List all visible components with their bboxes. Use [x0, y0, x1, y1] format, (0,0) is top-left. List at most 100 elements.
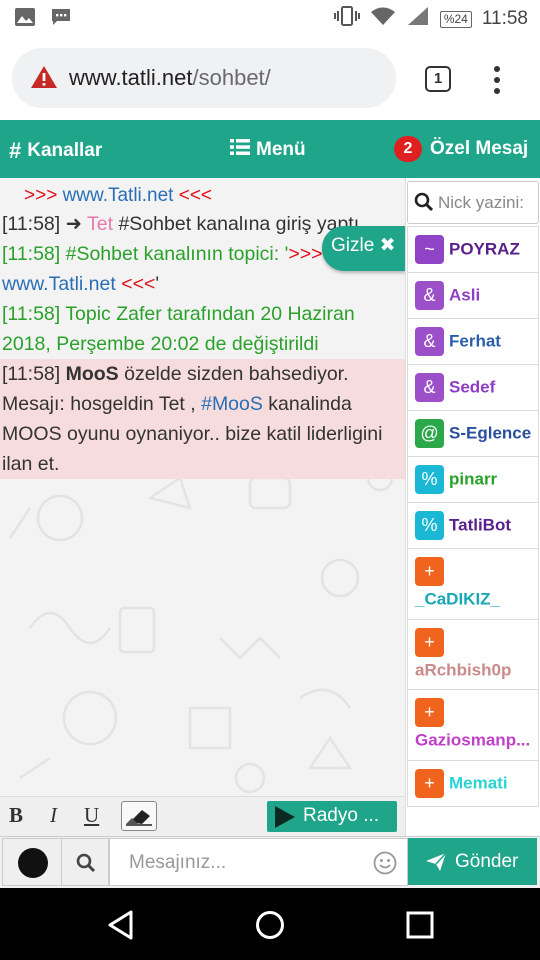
- join-nick[interactable]: Tet: [87, 213, 113, 235]
- message-placeholder: Mesajınız...: [129, 852, 227, 873]
- nick-list-item[interactable]: + _CaDIKIZ_: [407, 549, 539, 620]
- chat-line-mention: [11:58] MooS özelde sizden bahsediyor. M…: [0, 359, 405, 479]
- arrow-right-icon: ➜: [65, 213, 82, 235]
- nick-list-item[interactable]: & Sedef: [407, 365, 539, 411]
- search-button[interactable]: [61, 838, 109, 886]
- color-swatch-icon: [18, 848, 48, 878]
- url-host: www.tatli.net: [69, 65, 193, 90]
- radio-label: Radyo ...: [303, 805, 380, 826]
- radio-button[interactable]: Radyo ...: [267, 801, 397, 832]
- nick-list-item[interactable]: @ S-Eglence: [407, 411, 539, 457]
- browser-toolbar: www.tatli.net/sohbet/ 1: [0, 36, 540, 120]
- color-picker-button[interactable]: [2, 838, 62, 886]
- nick-list-item[interactable]: ~ POYRAZ: [407, 226, 539, 273]
- battery-level: %24: [443, 11, 468, 26]
- eraser-icon: [126, 810, 152, 826]
- top-nav: # Kanallar Menü 2 Özel Mesaj: [0, 120, 540, 178]
- warning-icon[interactable]: [30, 65, 58, 94]
- channels-label: Kanallar: [27, 140, 103, 161]
- tab-count: 1: [433, 70, 443, 87]
- timestamp: [11:58]: [2, 303, 61, 325]
- tab-switcher-icon[interactable]: 1: [425, 66, 451, 92]
- url-path: /sohbet/: [192, 65, 271, 90]
- nick-search-input[interactable]: Nick yazini:: [407, 181, 539, 224]
- chat-line-banner: >>> www.Tatli.net <<<: [0, 183, 405, 209]
- android-navigation-bar: [0, 888, 540, 960]
- kebab-menu-icon[interactable]: [492, 66, 502, 94]
- nick-list-item[interactable]: + Memati: [407, 760, 539, 807]
- nick-search-placeholder: Nick yazini:: [438, 193, 524, 212]
- timestamp: [11:58]: [2, 213, 61, 235]
- emoji-icon[interactable]: [373, 851, 397, 875]
- topic-text: #Sohbet kanalının topici: ': [60, 243, 289, 265]
- message-input[interactable]: Mesajınız...: [109, 838, 408, 886]
- address-bar[interactable]: www.tatli.net/sohbet/: [12, 48, 396, 108]
- private-message-button[interactable]: 2 Özel Mesaj: [394, 136, 528, 162]
- nick-list-item[interactable]: & Ferhat: [407, 319, 539, 365]
- nick-list-item[interactable]: + aRchbish0p: [407, 619, 539, 691]
- nick-list-item[interactable]: % pinarr: [407, 457, 539, 503]
- banner-site-link[interactable]: www.Tatli.net: [63, 185, 174, 206]
- battery-icon: %24: [439, 10, 472, 28]
- pm-count-badge: 2: [394, 136, 422, 162]
- chat-line-topic-change: [11:58] Topic Zafer tarafından 20 Hazira…: [0, 299, 405, 359]
- timestamp: [11:58]: [2, 363, 61, 385]
- mention-channel-link[interactable]: #MooS: [201, 393, 263, 415]
- play-icon: [275, 806, 295, 828]
- nick-list-item[interactable]: + Gaziosmanp...: [407, 690, 539, 761]
- nick-mode-icon: +: [415, 627, 444, 657]
- menu-button[interactable]: Menü: [230, 138, 306, 162]
- topic-quote-end: ': [155, 273, 160, 295]
- nick-name: TatliBot: [449, 515, 512, 535]
- nick-name: POYRAZ: [449, 239, 520, 259]
- send-icon: [426, 852, 447, 871]
- nick-name: aRchbish0p: [415, 660, 512, 680]
- mention-nick[interactable]: MooS: [66, 363, 119, 385]
- home-icon[interactable]: [255, 910, 285, 940]
- wifi-icon: [370, 6, 396, 32]
- recents-icon[interactable]: [406, 911, 434, 939]
- hash-icon: #: [9, 138, 22, 163]
- clock: 11:58: [481, 8, 528, 29]
- join-text: #Sohbet kanalına giriş yaptı: [113, 213, 360, 235]
- format-toolbar: B I U Radyo ...: [0, 796, 405, 836]
- topic-arrows: >>>: [288, 243, 323, 265]
- nick-list-panel: Nick yazini: ~ POYRAZ & Asli & Ferhat & Sedef @ S…: [405, 178, 540, 836]
- nick-mode-icon: ~: [415, 235, 444, 264]
- nick-name: _CaDIKIZ_: [415, 589, 501, 609]
- back-icon[interactable]: [107, 910, 135, 940]
- hide-nicklist-button[interactable]: Gizle ✖: [322, 226, 406, 271]
- italic-button[interactable]: I: [50, 803, 57, 828]
- underline-button[interactable]: U: [84, 803, 99, 828]
- nick-list: ~ POYRAZ & Asli & Ferhat & Sedef @ S-Eglence% pina…: [407, 226, 539, 807]
- hide-label: Gizle: [331, 235, 375, 256]
- timestamp: [11:58]: [2, 243, 61, 265]
- list-icon: [230, 138, 250, 162]
- banner-suffix: <<<: [173, 185, 213, 206]
- eraser-button[interactable]: [121, 801, 157, 831]
- nick-mode-icon: +: [415, 768, 444, 798]
- signal-icon: [406, 6, 430, 32]
- url-text[interactable]: www.tatli.net/sohbet/: [69, 65, 271, 91]
- search-icon: [414, 192, 434, 217]
- pm-label: Özel Mesaj: [430, 138, 529, 159]
- send-button[interactable]: Gönder: [408, 838, 537, 885]
- menu-label: Menü: [256, 139, 306, 160]
- nick-mode-icon: +: [415, 557, 444, 586]
- nick-name: Gaziosmanp...: [415, 730, 531, 750]
- channels-button[interactable]: # Kanallar: [9, 138, 102, 164]
- search-icon: [76, 853, 96, 873]
- banner-prefix: >>>: [24, 185, 63, 206]
- topic-site-link[interactable]: www.Tatli.net: [2, 273, 116, 295]
- nick-mode-icon: +: [415, 698, 444, 728]
- bold-button[interactable]: B: [9, 803, 23, 828]
- nick-list-item[interactable]: % TatliBot: [407, 503, 539, 549]
- nick-name: Asli: [449, 285, 481, 305]
- nick-name: Memati: [449, 773, 508, 793]
- image-icon: [14, 7, 36, 32]
- nick-list-item[interactable]: & Asli: [407, 273, 539, 319]
- status-bar: %24 11:58: [0, 0, 540, 36]
- nick-name: Sedef: [449, 377, 496, 397]
- nick-mode-icon: &: [415, 281, 444, 310]
- send-label: Gönder: [455, 851, 519, 872]
